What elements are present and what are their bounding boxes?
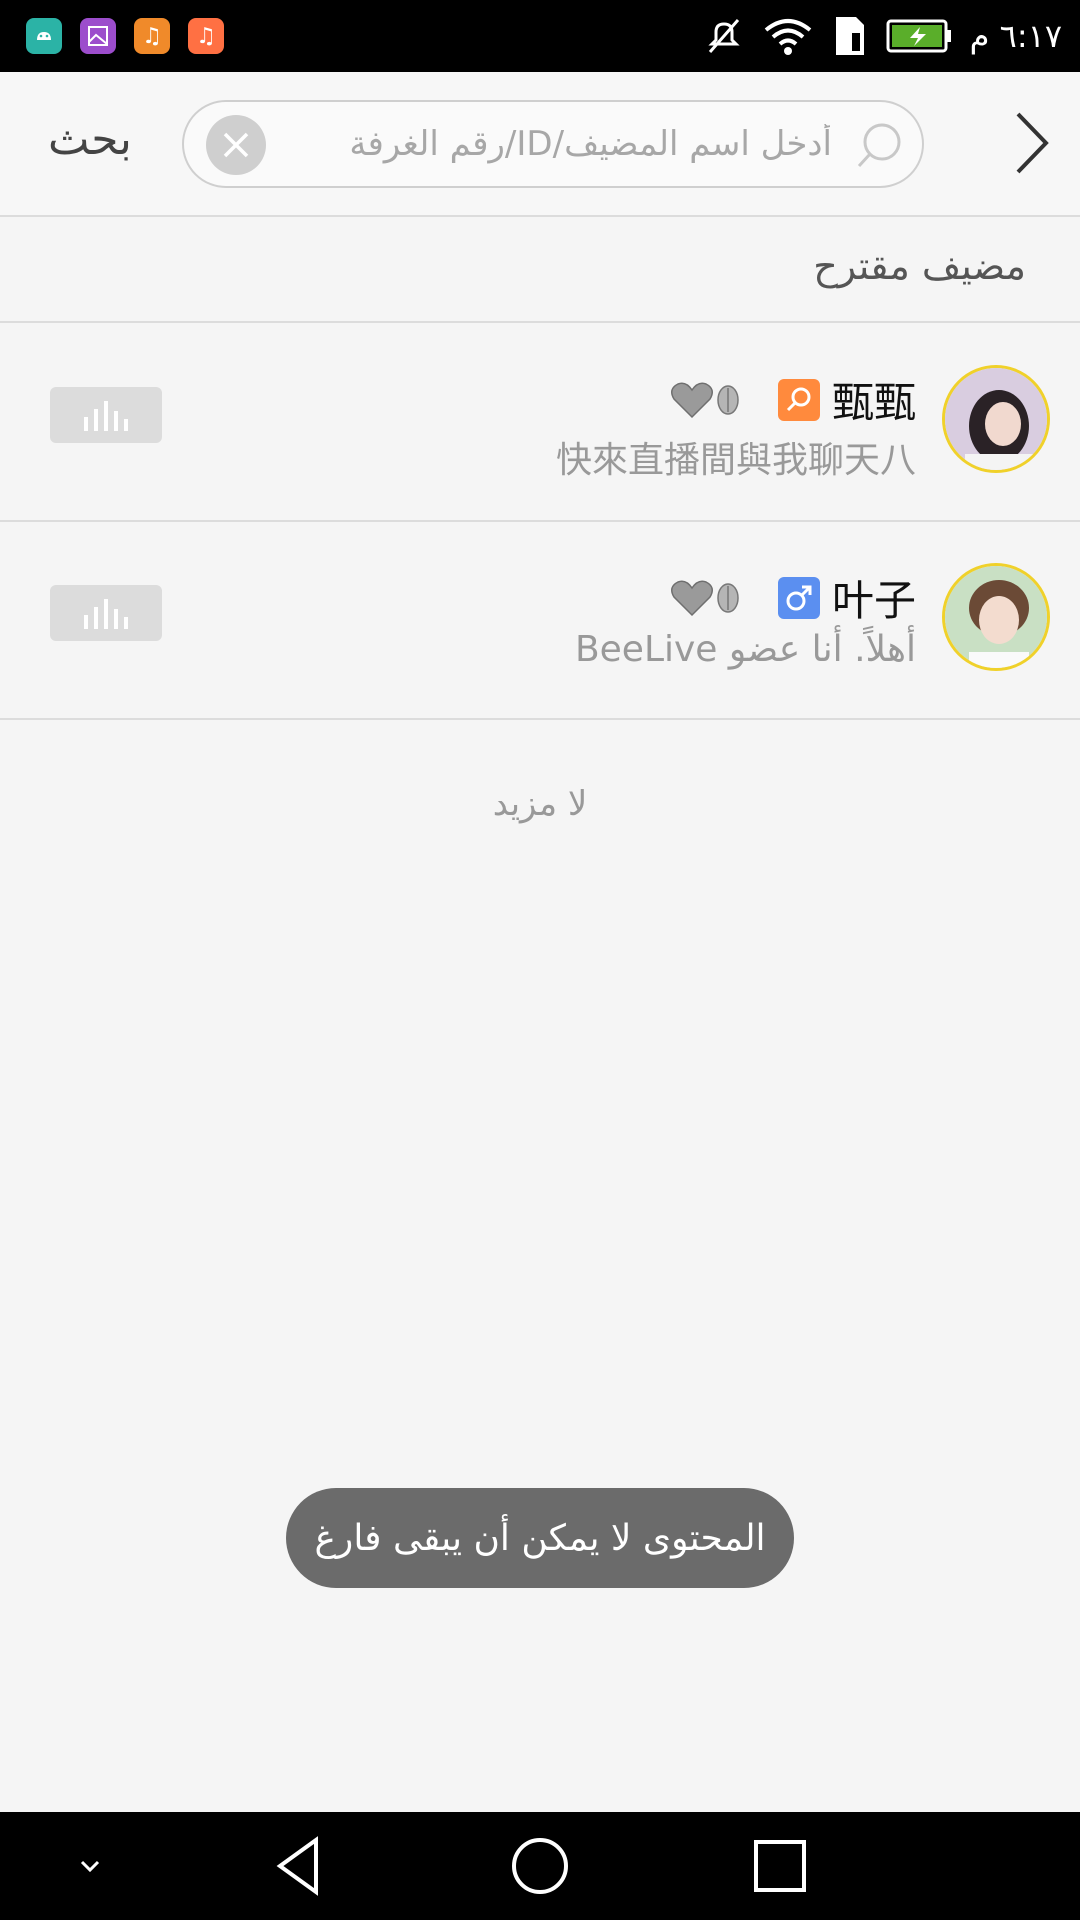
host-row[interactable]: 甄甄 快來直播間與我聊天八 [0, 323, 1080, 519]
home-nav-button[interactable] [508, 1834, 572, 1898]
host-name: 叶子 [831, 576, 916, 625]
equalizer-icon [84, 599, 128, 629]
back-button[interactable] [1000, 108, 1060, 178]
host-bio: أهلاً. أنا عضو BeeLive [574, 629, 916, 670]
avatar[interactable] [942, 563, 1050, 671]
search-button[interactable]: بحث [48, 114, 132, 165]
music-icon: ♫ [188, 18, 224, 54]
female-icon [777, 378, 820, 421]
toast-message: المحتوى لا يمكن أن يبقى فارغ [286, 1488, 794, 1588]
home-circle-icon [512, 1838, 568, 1894]
clock: ٦:١٧ م [969, 17, 1062, 55]
live-indicator-button[interactable] [50, 387, 162, 443]
recents-nav-button[interactable] [748, 1834, 812, 1898]
equalizer-icon [84, 401, 128, 431]
notification-icons: ♫ ♫ [26, 18, 224, 54]
divider [0, 718, 1080, 720]
square-recents-icon [754, 1840, 806, 1892]
host-name: 甄甄 [831, 378, 916, 427]
search-icon [857, 123, 901, 168]
host-name-line: 甄甄 [670, 369, 916, 430]
level-badges [670, 579, 740, 617]
mute-icon [708, 19, 740, 53]
host-name-line: 叶子 [670, 567, 916, 628]
search-header: بحث [0, 72, 1080, 217]
chevron-down-icon [80, 1860, 100, 1873]
back-nav-button[interactable] [268, 1834, 332, 1898]
system-status: ٦:١٧ م [704, 10, 1062, 62]
search-box[interactable] [182, 100, 924, 188]
heart-icon [670, 382, 713, 418]
android-icon [26, 18, 62, 54]
music-icon: ♫ [134, 18, 170, 54]
live-indicator-button[interactable] [50, 585, 162, 641]
triangle-back-icon [276, 1836, 318, 1896]
no-more-text: لا مزيد [492, 784, 588, 824]
hide-nav-button[interactable] [58, 1834, 122, 1898]
avatar[interactable] [942, 365, 1050, 473]
status-bar: ♫ ♫ ٦:١٧ م [0, 0, 1080, 72]
heart-icon [670, 580, 713, 616]
seed-badge-icon [717, 384, 739, 415]
close-icon [223, 132, 249, 158]
navigation-bar [0, 1812, 1080, 1920]
level-badges [670, 381, 740, 419]
search-input[interactable] [272, 116, 832, 172]
sim-icon [835, 17, 864, 55]
male-icon [777, 576, 820, 619]
host-row[interactable]: 叶子 أهلاً. أنا عضو BeeLive [0, 521, 1080, 717]
section-title: مضيف مقترح [813, 244, 1026, 288]
battery-icon [886, 19, 951, 53]
gallery-icon [80, 18, 116, 54]
clear-button[interactable] [206, 115, 266, 175]
chevron-right-icon [1016, 112, 1049, 174]
host-bio: 快來直播間與我聊天八 [555, 440, 916, 481]
wifi-icon [764, 19, 811, 55]
seed-badge-icon [717, 582, 739, 613]
